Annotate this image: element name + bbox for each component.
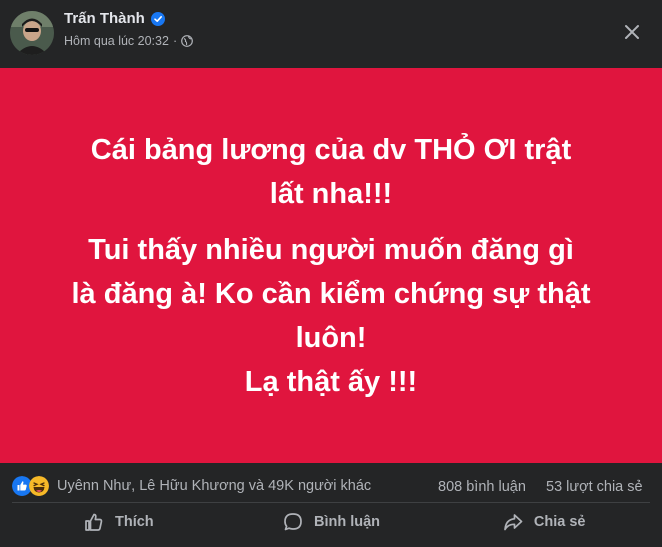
post-text-line: là đăng à! Ko cần kiểm chứng sự thật — [71, 277, 591, 310]
author-name[interactable]: Trấn Thành — [64, 10, 145, 27]
divider — [12, 502, 650, 503]
avatar[interactable] — [10, 11, 54, 55]
post-text: Cái bảng lương của dv THỎ ƠI trật lất nh… — [31, 128, 631, 404]
more-options-button[interactable] — [620, 20, 644, 44]
comments-count[interactable]: 808 bình luận — [438, 479, 526, 495]
comment-button[interactable]: Bình luận — [225, 504, 438, 540]
post-header: Trấn Thành Hôm qua lúc 20:32 · — [0, 0, 662, 66]
verified-badge-icon — [150, 11, 165, 26]
haha-icon — [29, 476, 49, 496]
post-text-line: Tui thấy nhiều người muốn đăng gì — [88, 233, 574, 266]
comment-bubble-icon — [284, 513, 302, 531]
shares-count[interactable]: 53 lượt chia sẻ — [546, 479, 643, 495]
like-label: Thích — [115, 514, 154, 530]
reactions-summary[interactable]: Uyênn Như, Lê Hữu Khương và 49K người kh… — [12, 476, 371, 496]
post-actions: Thích Bình luận Chia sẻ — [12, 504, 650, 540]
globe-icon[interactable] — [181, 35, 194, 47]
author-name-row: Trấn Thành — [64, 10, 165, 27]
avatar-image — [10, 11, 54, 55]
close-icon — [625, 25, 639, 39]
meta-separator: · — [172, 34, 178, 48]
reactions-text[interactable]: Uyênn Như, Lê Hữu Khương và 49K người kh… — [57, 478, 371, 494]
comment-label: Bình luận — [313, 514, 381, 530]
post-text-line: Cái bảng lương của dv THỎ ƠI trật — [90, 133, 572, 166]
post-text-line: luôn! — [295, 321, 367, 354]
share-label: Chia sẻ — [533, 514, 586, 530]
post-content-card: Cái bảng lương của dv THỎ ƠI trật lất nh… — [0, 68, 662, 463]
share-button[interactable]: Chia sẻ — [437, 504, 650, 540]
share-arrow-icon — [504, 514, 523, 531]
post-text-line: Lạ thật ấy !!! — [244, 365, 418, 398]
post-meta: Hôm qua lúc 20:32 · — [64, 34, 194, 48]
like-button[interactable]: Thích — [12, 504, 225, 540]
post-timestamp[interactable]: Hôm qua lúc 20:32 — [64, 34, 169, 48]
thumbs-up-icon — [85, 513, 103, 531]
post-text-line: lất nha!!! — [269, 177, 393, 210]
